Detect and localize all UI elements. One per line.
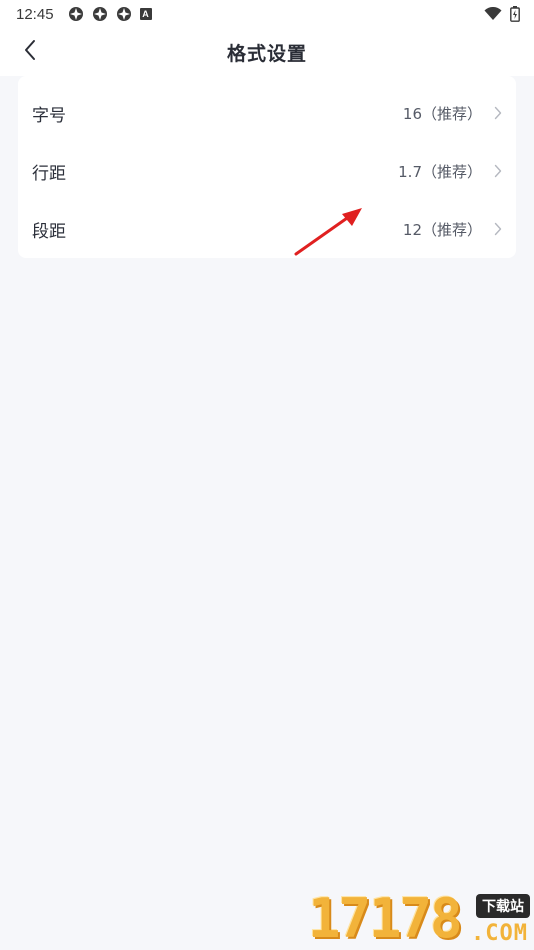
chevron-right-icon	[494, 106, 502, 120]
page-title: 格式设置	[226, 42, 307, 65]
notification-icon	[116, 6, 132, 22]
setting-value: 16（推荐）	[402, 104, 482, 123]
watermark-domain: .COM	[471, 921, 528, 946]
watermark-digits: 17178	[308, 887, 463, 950]
setting-label: 段距	[32, 221, 66, 242]
watermark-tag: 下载站	[476, 894, 530, 918]
a-badge-icon: A	[139, 8, 152, 20]
wifi-icon	[484, 7, 502, 21]
app-header: 格式设置	[0, 28, 534, 76]
setting-row-line-spacing[interactable]: 行距 1.7（推荐）	[18, 142, 516, 200]
setting-label: 行距	[32, 163, 66, 184]
chevron-left-icon	[23, 39, 37, 65]
chevron-right-icon	[494, 222, 502, 236]
setting-value: 12（推荐）	[402, 220, 482, 239]
setting-value: 1.7（推荐）	[398, 162, 482, 181]
status-bar: 12:45 A	[0, 0, 534, 28]
back-button[interactable]	[12, 36, 48, 68]
setting-label: 字号	[32, 105, 66, 126]
settings-card: 字号 16（推荐） 行距 1.7（推荐） 段距 12（推荐）	[18, 76, 516, 258]
chevron-right-icon	[494, 164, 502, 178]
setting-row-font-size[interactable]: 字号 16（推荐）	[18, 84, 516, 142]
red-arrow-icon	[290, 200, 370, 264]
status-time: 12:45	[16, 5, 54, 23]
notification-icon	[92, 6, 108, 22]
status-icons-left: A	[68, 6, 152, 22]
notification-icon	[68, 6, 84, 22]
setting-row-paragraph-spacing[interactable]: 段距 12（推荐）	[18, 200, 516, 258]
watermark-logo: 17178 下载站 .COM	[308, 888, 534, 950]
status-icons-right	[484, 6, 520, 22]
battery-icon	[510, 6, 520, 22]
